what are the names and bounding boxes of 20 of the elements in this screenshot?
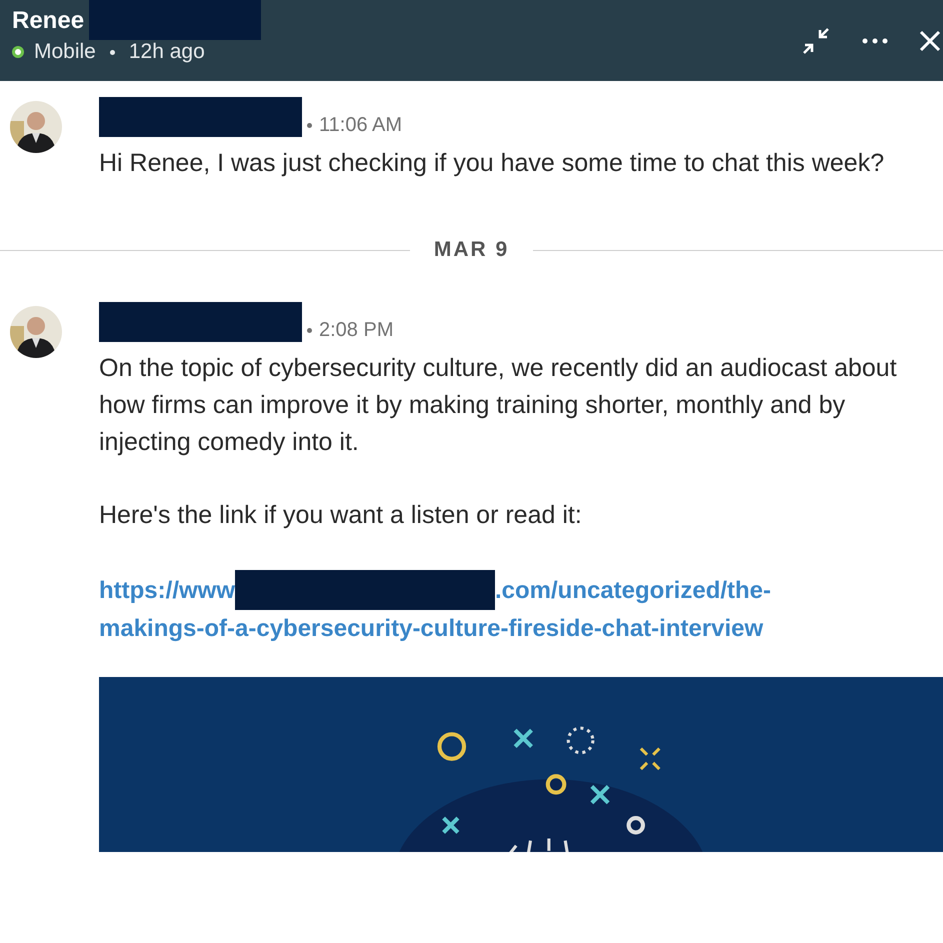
link-text[interactable]: https://www xyxy=(99,572,235,608)
message-time: 11:06 AM xyxy=(319,114,402,137)
message-text: Hi Renee, I was just checking if you have some time to chat this week? xyxy=(99,148,886,179)
last-seen-text: 12h ago xyxy=(128,40,205,64)
separator-dot-icon xyxy=(307,123,312,128)
minimize-icon[interactable] xyxy=(801,26,831,56)
close-icon[interactable] xyxy=(919,30,941,52)
message-text: Here's the link if you want a listen or read it: xyxy=(99,500,583,531)
device-label: Mobile xyxy=(34,40,96,64)
separator-dot-icon xyxy=(307,328,312,333)
contact-name: Renee xyxy=(12,7,84,35)
message-time: 2:08 PM xyxy=(319,319,394,342)
avatar xyxy=(10,101,62,153)
message-text: On the topic of cybersecurity culture, we recently did an audiocast about how firms can improve it by making training shorter, monthly and by injecting comedy into it. xyxy=(99,353,898,458)
link-text[interactable]: makings-of-a-cybersecurity-culture-fireside-chat-interview xyxy=(99,610,764,647)
link-text[interactable]: .com/uncategorized/the- xyxy=(494,572,772,608)
avatar xyxy=(10,306,62,358)
separator-dot-icon xyxy=(110,50,115,54)
date-label: MAR 9 xyxy=(434,238,510,262)
more-options-icon[interactable] xyxy=(861,36,889,44)
